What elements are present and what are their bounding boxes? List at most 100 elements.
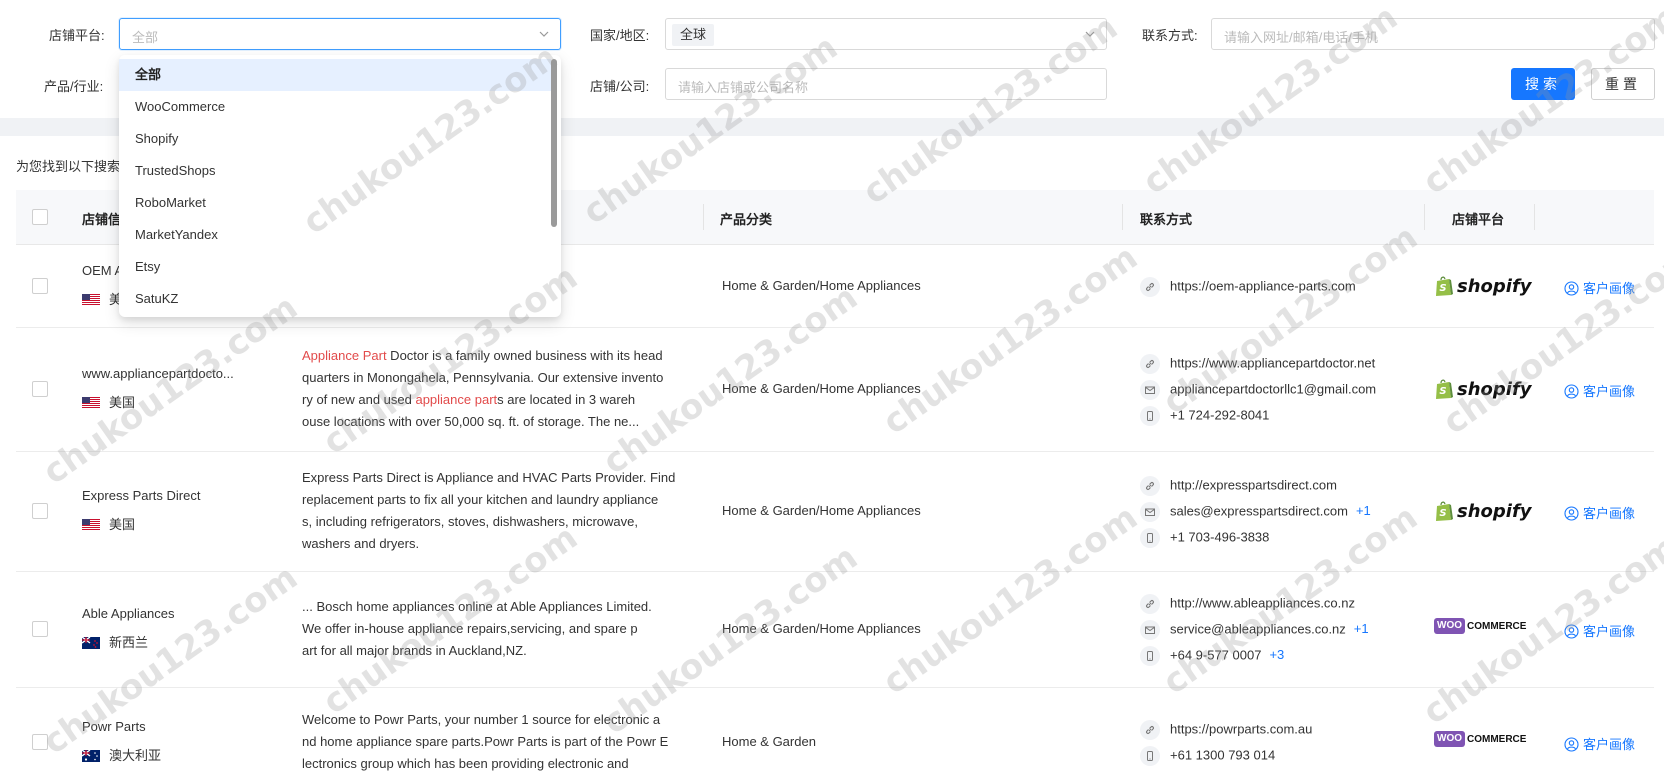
platform-select[interactable]: 全部 <box>119 18 561 50</box>
column-header-shop[interactable]: 店铺信 <box>82 209 121 228</box>
chevron-down-icon <box>1085 31 1095 37</box>
customer-portrait-label[interactable]: 客户画像 <box>1583 281 1635 296</box>
result-title: 为您找到以下搜索 <box>16 159 121 174</box>
column-header-contact[interactable]: 联系方式 <box>1140 209 1192 228</box>
phone-icon <box>1140 406 1160 426</box>
contact-value[interactable]: sales@expresspartsdirect.com <box>1170 503 1348 518</box>
customer-portrait-link[interactable]: 客户画像 <box>1564 503 1635 522</box>
contact-value[interactable]: +61 1300 793 014 <box>1170 747 1275 762</box>
contact-mail[interactable]: appliancepartdoctorllc1@gmail.com <box>1140 380 1376 400</box>
company-input[interactable]: 请输入店铺或公司名称 <box>665 68 1107 100</box>
contact-value[interactable]: https://powrparts.com.au <box>1170 721 1312 736</box>
column-divider <box>1534 204 1535 230</box>
customer-portrait-link[interactable]: 客户画像 <box>1564 381 1635 400</box>
contact-phone[interactable]: +1 724-292-8041 <box>1140 406 1269 426</box>
dropdown-option[interactable]: MarketYandex <box>119 219 551 251</box>
contact-value[interactable]: https://oem-appliance-parts.com <box>1170 278 1356 293</box>
more-contacts-link[interactable]: +1 <box>1354 621 1369 636</box>
country-name: 美国 <box>109 395 136 410</box>
contact-link[interactable]: http://www.ableappliances.co.nz <box>1140 594 1355 614</box>
dropdown-option[interactable]: 全部 <box>119 59 551 91</box>
contact-value[interactable]: +1 703-496-3838 <box>1170 529 1269 544</box>
description-text: nd home appliance spare parts.Powr Parts… <box>302 734 669 749</box>
shop-description: Welcome to Powr Parts, your number 1 sou… <box>302 709 684 775</box>
contact-input[interactable]: 请输入网址/邮箱/电话/手机 <box>1211 18 1655 50</box>
row-checkbox[interactable] <box>32 734 48 750</box>
table-row[interactable]: Powr Parts 澳大利亚 Welcome to Powr Parts, you… <box>16 688 1654 780</box>
contact-link[interactable]: https://powrparts.com.au <box>1140 720 1312 740</box>
shop-name[interactable]: OEM A <box>82 263 123 278</box>
shop-name[interactable]: Powr Parts <box>82 719 146 734</box>
shop-country: 新西兰 <box>82 632 148 651</box>
contact-link[interactable]: https://oem-appliance-parts.com <box>1140 277 1356 297</box>
contact-phone[interactable]: +64 9-577 0007 +3 <box>1140 646 1284 666</box>
phone-icon <box>1140 528 1160 548</box>
description-text: ... Bosch home appliances online at Able… <box>302 599 652 614</box>
dropdown-option[interactable]: Etsy <box>119 251 551 283</box>
contact-mail[interactable]: sales@expresspartsdirect.com +1 <box>1140 502 1371 522</box>
description-text: s, including refrigerators, stoves, dish… <box>302 514 638 529</box>
dropdown-option[interactable]: WooCommerce <box>119 91 551 123</box>
contact-link[interactable]: http://expresspartsdirect.com <box>1140 476 1337 496</box>
row-checkbox[interactable] <box>32 381 48 397</box>
dropdown-option[interactable]: SatuKZ <box>119 283 551 315</box>
contact-phone[interactable]: +61 1300 793 014 <box>1140 746 1275 766</box>
contact-value[interactable]: appliancepartdoctorllc1@gmail.com <box>1170 381 1376 396</box>
dropdown-option[interactable]: Shopify <box>119 123 551 155</box>
description-line: ... Bosch home appliances online at Able… <box>302 596 684 618</box>
search-button[interactable]: 搜索 <box>1511 68 1575 100</box>
select-all-checkbox[interactable] <box>32 209 48 225</box>
contact-mail[interactable]: service@ableappliances.co.nz +1 <box>1140 620 1369 640</box>
au-flag-icon <box>82 750 100 762</box>
customer-portrait-label[interactable]: 客户画像 <box>1583 384 1635 399</box>
dropdown-scrollbar[interactable] <box>551 59 557 227</box>
shop-name[interactable]: www.appliancepartdocto... <box>82 366 234 381</box>
customer-portrait-label[interactable]: 客户画像 <box>1583 737 1635 752</box>
customer-portrait-label[interactable]: 客户画像 <box>1583 506 1635 521</box>
contact-value[interactable]: http://expresspartsdirect.com <box>1170 477 1337 492</box>
company-input-placeholder: 请输入店铺或公司名称 <box>678 80 809 95</box>
more-contacts-link[interactable]: +1 <box>1356 503 1371 518</box>
contact-value[interactable]: https://www.appliancepartdoctor.net <box>1170 355 1375 370</box>
row-checkbox[interactable] <box>32 621 48 637</box>
country-select[interactable]: 全球 <box>665 18 1107 50</box>
reset-button[interactable]: 重置 <box>1591 68 1655 100</box>
description-text: Welcome to Powr Parts, your number 1 sou… <box>302 712 661 727</box>
shop-name[interactable]: Express Parts Direct <box>82 488 200 503</box>
product-category: Home & Garden/Home Appliances <box>722 621 921 636</box>
row-checkbox[interactable] <box>32 278 48 294</box>
column-divider <box>1424 204 1425 230</box>
shop-name[interactable]: Able Appliances <box>82 606 175 621</box>
shopify-bag-icon: S <box>1436 276 1453 296</box>
row-checkbox[interactable] <box>32 503 48 519</box>
description-text: art for all major brands in Auckland,NZ. <box>302 643 527 658</box>
column-header-category[interactable]: 产品分类 <box>720 209 772 228</box>
svg-text:S: S <box>1439 283 1446 294</box>
contact-phone[interactable]: +1 703-496-3838 <box>1140 528 1269 548</box>
contact-link[interactable]: https://www.appliancepartdoctor.net <box>1140 354 1375 374</box>
contact-value[interactable]: +1 724-292-8041 <box>1170 407 1269 422</box>
more-contacts-link[interactable]: +3 <box>1269 647 1284 662</box>
table-row[interactable]: Able Appliances 新西兰 ... Bosch home applian… <box>16 572 1654 688</box>
shopify-wordmark: shopify <box>1457 500 1532 522</box>
customer-portrait-link[interactable]: 客户画像 <box>1564 278 1635 297</box>
table-row[interactable]: www.appliancepartdocto... 美国 Appliance Par… <box>16 328 1654 452</box>
country-tag[interactable]: 全球 <box>672 24 715 46</box>
description-line: nd home appliance spare parts.Powr Parts… <box>302 731 684 753</box>
customer-portrait-label[interactable]: 客户画像 <box>1583 624 1635 639</box>
dropdown-option[interactable]: RoboMarket <box>119 187 551 219</box>
description-text: ouse locations with over 50,000 sq. ft. … <box>302 414 640 429</box>
platform-logo: Sshopify <box>1434 275 1532 299</box>
table-row[interactable]: Express Parts Direct 美国 Express Parts Dire… <box>16 452 1654 572</box>
contact-value[interactable]: service@ableappliances.co.nz <box>1170 621 1346 636</box>
customer-portrait-link[interactable]: 客户画像 <box>1564 621 1635 640</box>
nz-flag-icon <box>82 637 100 649</box>
customer-portrait-link[interactable]: 客户画像 <box>1564 734 1635 753</box>
country-name: 美国 <box>109 517 136 532</box>
contact-value[interactable]: +64 9-577 0007 <box>1170 647 1261 662</box>
mail-icon <box>1140 380 1160 400</box>
contact-value[interactable]: http://www.ableappliances.co.nz <box>1170 595 1355 610</box>
dropdown-option[interactable]: TrustedShops <box>119 155 551 187</box>
column-header-platform[interactable]: 店铺平台 <box>1452 209 1504 228</box>
mail-icon <box>1140 620 1160 640</box>
